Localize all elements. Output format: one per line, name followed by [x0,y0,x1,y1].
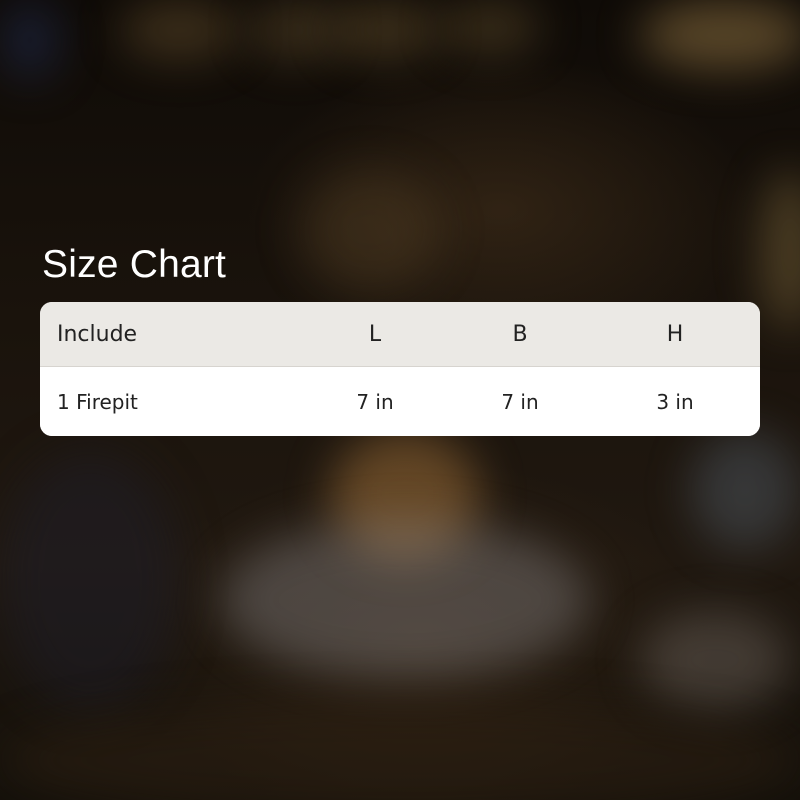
size-chart-panel: Size Chart Include L B H 1 Firepit 7 in … [40,242,760,436]
table-row: 1 Firepit 7 in 7 in 3 in [40,367,760,436]
table-cell-breadth: 7 in [501,389,539,414]
background-blur-shadow [0,450,180,710]
background-blur-light [760,170,800,330]
table-header-row: Include L B H [40,302,760,367]
column-header-length: L [368,321,382,347]
background-blur-floor [0,700,800,800]
table-cell-include: 1 Firepit [57,389,138,414]
background-blur-object [640,610,790,710]
background-blur-light [120,0,240,60]
background-blur-light [330,0,440,60]
table-cell-length: 7 in [356,389,394,414]
background-blur-light [440,0,540,55]
page-title: Size Chart [42,243,227,286]
background-blur-light [640,0,800,70]
background-blur-light [250,0,340,60]
column-header-height: H [666,321,684,347]
background-blur-light [0,0,60,80]
background-blur-firepit [220,520,590,680]
background-blur-object [690,430,800,550]
table-cell-height: 3 in [656,389,694,414]
size-table: Include L B H 1 Firepit 7 in 7 in 3 in [40,302,760,436]
column-header-breadth: B [512,321,528,347]
column-header-include: Include [57,321,138,347]
